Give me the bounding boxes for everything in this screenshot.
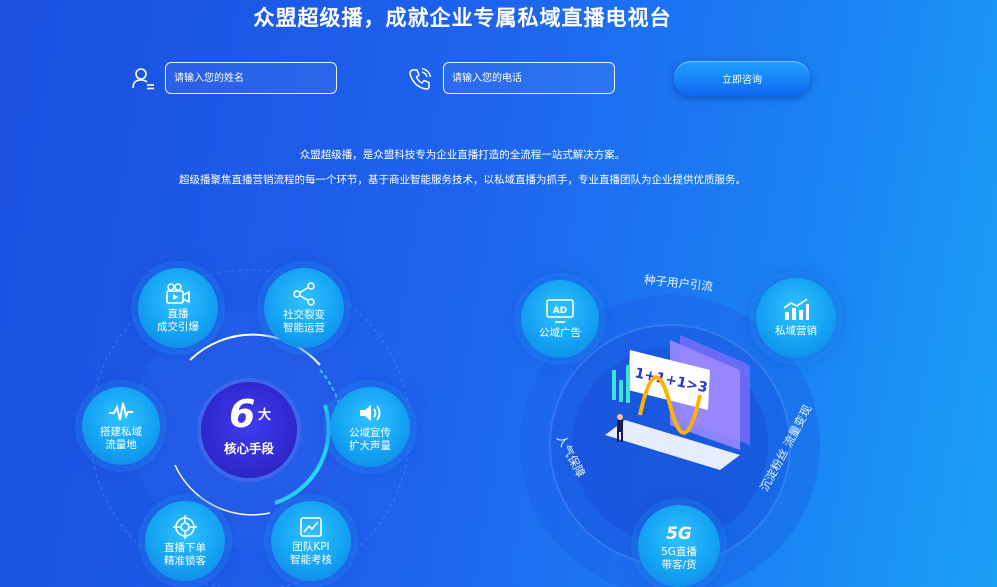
node-line-1: 5G直播: [661, 545, 697, 558]
node-line-1: 搭建私域: [100, 425, 142, 438]
description-line-1: 众盟超级播，是众盟科技专为企业直播打造的全流程一站式解决方案。: [299, 149, 626, 161]
core-means-badge: 6 大 核心手段: [201, 382, 297, 478]
video-camera-icon: [166, 282, 190, 304]
ad-icon-text: AD: [553, 306, 567, 316]
node-line-2: 流量地: [105, 438, 137, 451]
node-line-1: 公域宣传: [349, 426, 391, 439]
flywheel-node-private-marketing: 私域营销: [756, 278, 836, 358]
node-label: 私域营销: [775, 325, 817, 337]
user-icon: [132, 68, 154, 90]
core-item-public-promotion: 公域宣传 扩大声量: [330, 387, 410, 467]
node-line-2: 成交引爆: [157, 320, 199, 333]
bar-chart-icon: [783, 298, 809, 320]
description-line-2: 超级播聚焦直播营销流程的每一个环节，基于商业智能服务技术，以私域直播为抓手，专业…: [179, 174, 746, 186]
flywheel-node-5g-live: 5G 5G直播 带客/货: [638, 505, 720, 587]
name-input[interactable]: [165, 62, 337, 94]
laptop-illustration: 1+1+1>3: [605, 335, 750, 470]
share-icon: [293, 281, 315, 306]
node-line-2: 扩大声量: [349, 439, 391, 452]
core-item-social-fission: 社交裂变 智能运营: [264, 268, 344, 348]
page-headline: 众盟超级播，成就企业专属私域直播电视台: [253, 6, 672, 30]
node-label: 公域广告: [539, 327, 581, 339]
core-item-private-traffic: 搭建私域 流量地: [82, 387, 160, 465]
node-line-2: 智能运营: [283, 321, 325, 334]
core-label: 核心手段: [223, 441, 274, 456]
core-number: 6: [229, 392, 256, 436]
chart-icon: [300, 516, 322, 537]
speaker-icon: [360, 404, 381, 421]
consult-now-button[interactable]: 立即咨询: [674, 61, 810, 96]
pulse-icon: [109, 402, 133, 420]
core-item-live-conversion: 直播 成交引爆: [138, 268, 218, 348]
phone-icon: [409, 67, 432, 90]
5g-icon-text: 5G: [666, 524, 692, 543]
node-line-1: 直播: [167, 307, 189, 320]
target-icon: [173, 514, 197, 539]
5g-icon: 5G: [666, 524, 692, 543]
node-line-1: 社交裂变: [283, 308, 325, 321]
flywheel-node-public-ads: AD 公域广告: [521, 280, 599, 358]
node-line-2: 智能考核: [290, 553, 332, 566]
node-line-2: 精准锁客: [164, 554, 206, 567]
node-line-1: 团队KPI: [292, 540, 330, 553]
core-item-live-order: 直播下单 精准锁客: [145, 501, 225, 581]
page: 众盟超级播，成就企业专属私域直播电视台 立即咨询 众盟超级播，是众盟科技专为企业…: [0, 0, 997, 587]
ad-icon: AD: [546, 299, 574, 323]
phone-input[interactable]: [443, 62, 615, 94]
core-number-suffix: 大: [258, 408, 272, 423]
node-line-1: 直播下单: [164, 541, 206, 554]
node-line-2: 带客/货: [661, 558, 697, 571]
core-item-team-kpi: 团队KPI 智能考核: [271, 501, 351, 581]
